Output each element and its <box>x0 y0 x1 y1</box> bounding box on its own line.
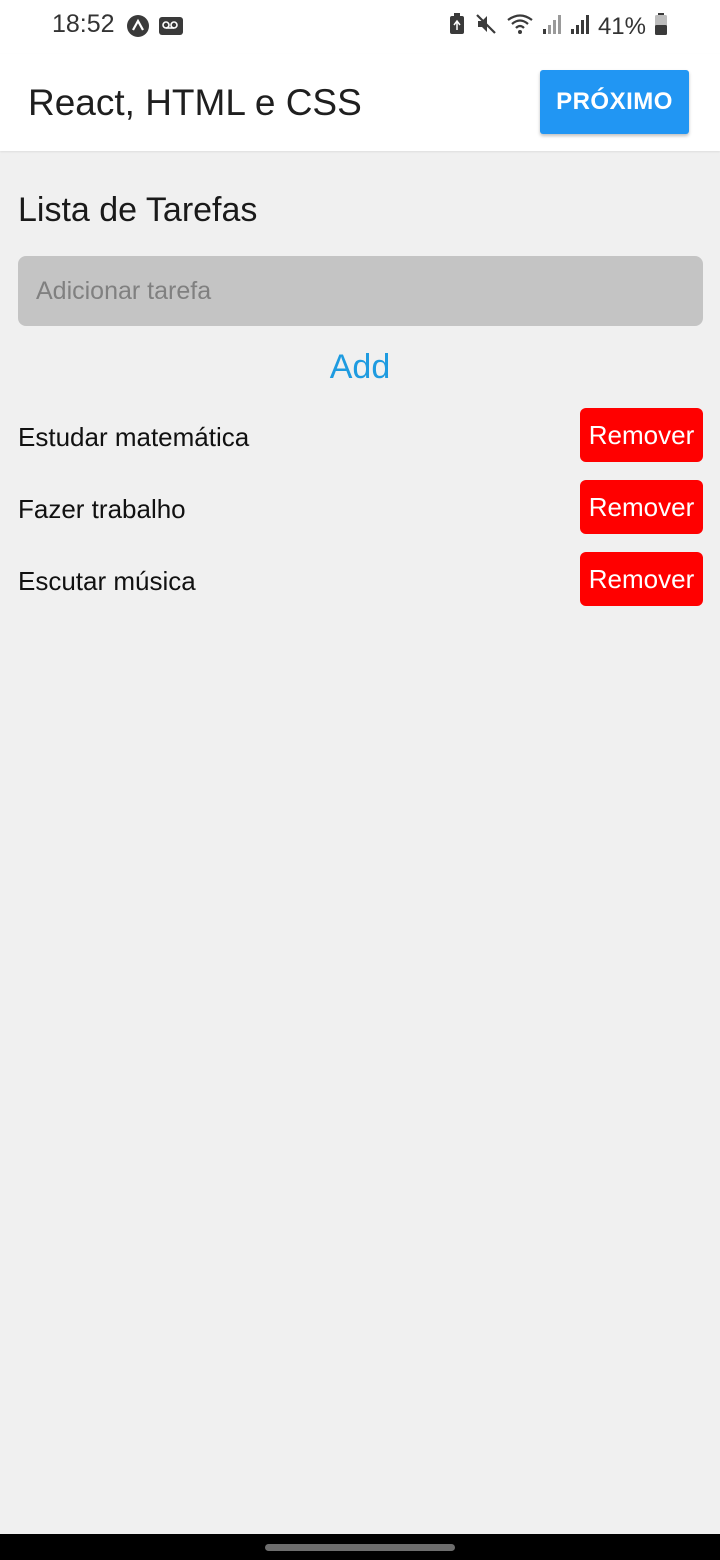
mute-icon <box>474 12 498 41</box>
add-button[interactable]: Add <box>300 343 420 391</box>
list-item: Escutar música Remover <box>0 552 720 624</box>
task-label: Estudar matemática <box>18 422 250 452</box>
app-header: React, HTML e CSS PRÓXIMO <box>0 54 720 151</box>
home-handle[interactable] <box>265 1544 455 1551</box>
expo-icon <box>126 14 150 43</box>
remove-button[interactable]: Remover <box>580 552 703 606</box>
status-right-icons: 41% <box>448 12 668 41</box>
task-input[interactable] <box>18 256 703 326</box>
task-list: Estudar matemática Remover Fazer trabalh… <box>0 408 720 624</box>
remove-button[interactable]: Remover <box>580 408 703 462</box>
battery-saver-icon <box>448 12 466 41</box>
task-label: Fazer trabalho <box>18 494 186 524</box>
battery-percent: 41% <box>597 12 646 40</box>
list-title: Lista de Tarefas <box>18 191 258 229</box>
status-left-icons <box>126 14 184 43</box>
next-button[interactable]: PRÓXIMO <box>540 70 689 134</box>
voicemail-icon <box>158 14 184 43</box>
status-bar: 18:52 41% <box>0 0 720 54</box>
wifi-icon <box>506 12 534 41</box>
battery-icon <box>654 12 668 41</box>
signal-icon <box>542 12 562 41</box>
remove-button[interactable]: Remover <box>580 480 703 534</box>
status-time: 18:52 <box>52 10 115 38</box>
signal-icon <box>570 12 590 41</box>
list-item: Fazer trabalho Remover <box>0 480 720 552</box>
page-title: React, HTML e CSS <box>28 82 362 123</box>
list-item: Estudar matemática Remover <box>0 408 720 480</box>
task-label: Escutar música <box>18 566 196 596</box>
navigation-bar <box>0 1534 720 1560</box>
